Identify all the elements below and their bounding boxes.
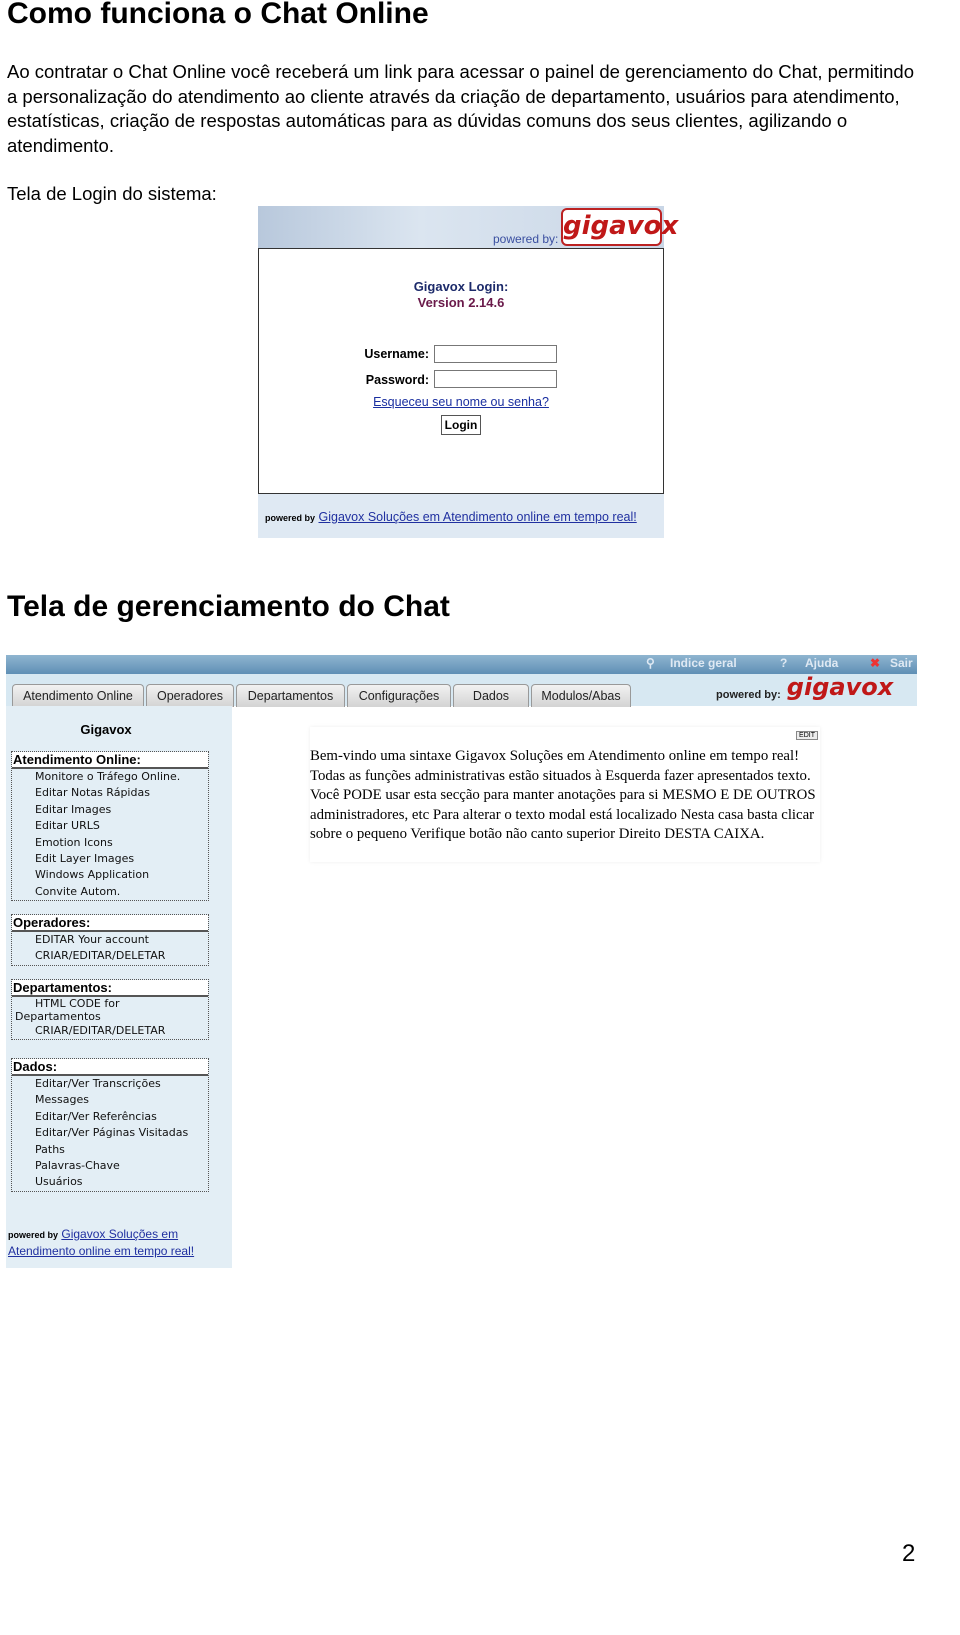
exit-link[interactable]: Sair [890, 656, 913, 670]
tab-configuracoes[interactable]: Configurações [347, 684, 451, 707]
index-icon: ⚲ [646, 656, 655, 670]
help-icon: ? [780, 656, 788, 670]
welcome-box: EDIT Bem-vindo uma sintaxe Gigavox Soluç… [310, 727, 820, 862]
menu-item[interactable]: CRIAR/EDITAR/DELETAR [12, 1023, 208, 1039]
management-screenshot: ⚲ Indice geral ? Ajuda ✖ Sair Atendiment… [6, 655, 917, 1268]
login-version: Version 2.14.6 [417, 295, 505, 310]
powered-by-small: powered by [265, 513, 316, 523]
section-title: Dados: [12, 1059, 208, 1076]
menu-item[interactable]: EDITAR Your account [12, 932, 208, 948]
menu-item[interactable]: Windows Application [12, 867, 208, 883]
section-departamentos: Departamentos: HTML CODE for Departament… [11, 979, 209, 1041]
menu-item[interactable]: Departamentos [12, 1010, 208, 1023]
menu-item[interactable]: Palavras-Chave [12, 1158, 208, 1174]
index-link[interactable]: Indice geral [670, 656, 737, 670]
welcome-text: Bem-vindo uma sintaxe Gigavox Soluções e… [310, 748, 816, 842]
sidebar-title: Gigavox [80, 722, 132, 737]
login-title: Gigavox Login: [413, 279, 509, 294]
help-link[interactable]: Ajuda [805, 656, 838, 670]
login-screenshot: powered by: gigavox Gigavox Login: Versi… [258, 206, 678, 538]
login-caption: Tela de Login do sistema: [7, 183, 217, 204]
gigavox-logo: gigavox [786, 673, 894, 701]
tab-departamentos[interactable]: Departamentos [236, 684, 345, 707]
section-atendimento-online: Atendimento Online: Monitore o Tráfego O… [11, 751, 209, 902]
menu-item[interactable]: Editar Images [12, 802, 208, 818]
menu-item[interactable]: Editar URLS [12, 818, 208, 834]
intro-paragraph: Ao contratar o Chat Online você receberá… [7, 61, 915, 157]
section-operadores: Operadores: EDITAR Your account CRIAR/ED… [11, 914, 209, 966]
login-panel: Gigavox Login: Version 2.14.6 Username: … [258, 248, 664, 494]
menu-item[interactable]: Editar/Ver Páginas Visitadas [12, 1125, 208, 1141]
menu-item[interactable]: Editar Notas Rápidas [12, 785, 208, 801]
password-label: Password: [365, 373, 429, 387]
tab-operadores[interactable]: Operadores [146, 684, 234, 707]
section-dados: Dados: Editar/Ver Transcrições Messages … [11, 1058, 209, 1192]
section-title: Operadores: [12, 915, 208, 932]
menu-item[interactable]: Paths [12, 1142, 208, 1158]
exit-icon: ✖ [870, 656, 881, 670]
powered-by-label: powered by: [493, 232, 559, 246]
top-bar: ⚲ Indice geral ? Ajuda ✖ Sair [6, 655, 917, 674]
menu-item[interactable]: Emotion Icons [12, 835, 208, 851]
password-input[interactable] [434, 370, 557, 388]
document-page: Como funciona o Chat Online Ao contratar… [0, 0, 960, 1635]
forgot-password-link[interactable]: Esqueceu seu nome ou senha? [259, 395, 663, 409]
heading-management: Tela de gerenciamento do Chat [7, 590, 450, 623]
tab-bar: Atendimento Online Operadores Departamen… [6, 673, 917, 707]
login-button[interactable]: Login [441, 415, 481, 435]
menu-item[interactable]: HTML CODE for [12, 997, 208, 1010]
menu-item[interactable]: Editar/Ver Referências [12, 1109, 208, 1125]
edit-button[interactable]: EDIT [796, 731, 818, 740]
sidebar-footer: powered by Gigavox Soluções em Atendimen… [8, 1226, 232, 1259]
tab-dados[interactable]: Dados [453, 684, 529, 707]
tab-atendimento-online[interactable]: Atendimento Online [12, 684, 144, 707]
menu-item[interactable]: CRIAR/EDITAR/DELETAR [12, 948, 208, 964]
sidebar: Gigavox Atendimento Online: Monitore o T… [6, 706, 232, 1268]
menu-item[interactable]: Usuários [12, 1174, 208, 1190]
username-label: Username: [364, 347, 429, 361]
gigavox-footer-link[interactable]: Gigavox Soluções em Atendimento online e… [319, 510, 637, 524]
powered-by-small: powered by [8, 1230, 59, 1240]
heading-how-it-works: Como funciona o Chat Online [7, 0, 429, 30]
section-title: Departamentos: [12, 980, 208, 997]
menu-item[interactable]: Convite Autom. [12, 884, 208, 900]
gigavox-logo: gigavox [561, 208, 678, 246]
menu-item[interactable]: Edit Layer Images [12, 851, 208, 867]
menu-item[interactable]: Monitore o Tráfego Online. [12, 769, 208, 785]
menu-item[interactable]: Messages [12, 1092, 208, 1108]
powered-by-label: powered by: [716, 689, 781, 701]
login-footer: powered by Gigavox Soluções em Atendimen… [265, 510, 637, 524]
tab-modulos-abas[interactable]: Modulos/Abas [531, 684, 631, 707]
login-header-banner: powered by: gigavox [258, 206, 678, 248]
menu-item[interactable]: Editar/Ver Transcrições [12, 1076, 208, 1092]
page-number: 2 [902, 1540, 916, 1567]
username-input[interactable] [434, 345, 557, 363]
section-title: Atendimento Online: [12, 752, 208, 769]
